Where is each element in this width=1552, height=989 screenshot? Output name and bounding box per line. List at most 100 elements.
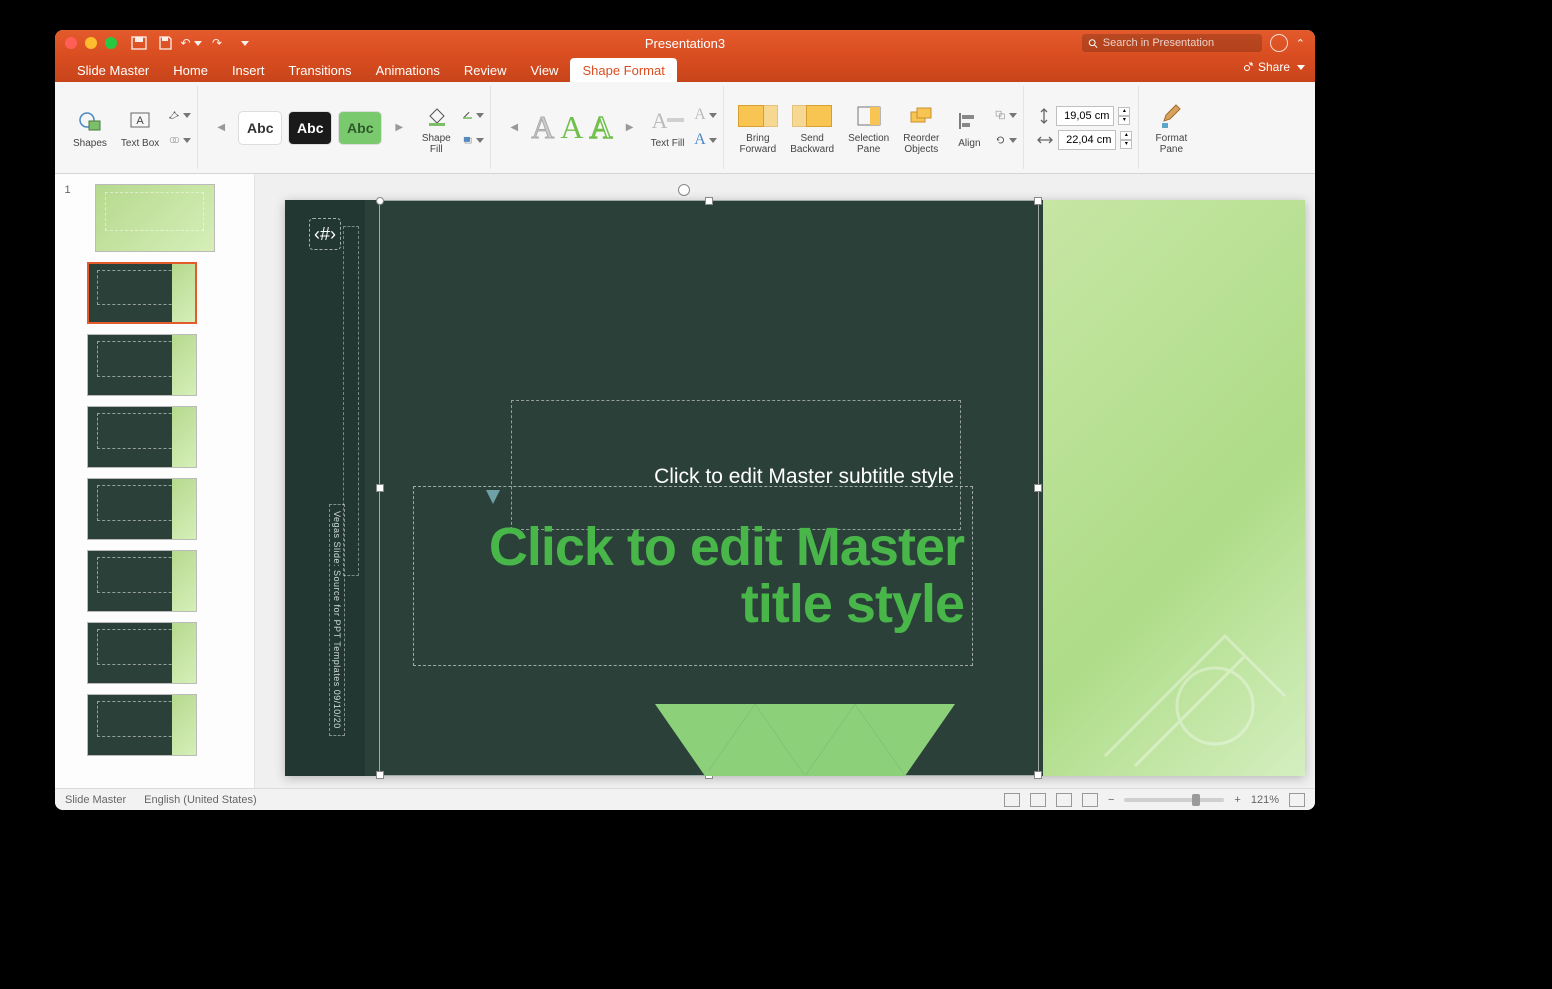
- rotate-button[interactable]: [995, 129, 1017, 151]
- layout-thumbnail-6[interactable]: [87, 622, 197, 684]
- tab-animations[interactable]: Animations: [364, 58, 452, 82]
- resize-handle[interactable]: [1034, 771, 1042, 779]
- slide[interactable]: ‹#› Vegas Slide: Source for PPT Template…: [285, 200, 1305, 776]
- zoom-in-button[interactable]: +: [1234, 794, 1240, 806]
- layout-thumbnail-5[interactable]: [87, 550, 197, 612]
- titlebar: ↶ ↷ Presentation3 ⌃: [55, 30, 1315, 56]
- wordart-style-2[interactable]: A: [560, 109, 583, 146]
- normal-view-icon[interactable]: [1004, 793, 1020, 807]
- minimize-icon[interactable]: [85, 37, 97, 49]
- group-shape-styles: ◀ Abc Abc Abc ▶ Shape Fill: [204, 86, 491, 169]
- text-effects-button[interactable]: A: [695, 129, 717, 151]
- tab-review[interactable]: Review: [452, 58, 519, 82]
- tab-slide-master[interactable]: Slide Master: [65, 58, 161, 82]
- tab-view[interactable]: View: [519, 58, 571, 82]
- brush-icon: [1155, 100, 1187, 132]
- height-stepper[interactable]: ▴▾: [1118, 107, 1130, 125]
- merge-shapes-button[interactable]: [169, 129, 191, 151]
- shape-outline-button[interactable]: [462, 104, 484, 126]
- search-input[interactable]: [1103, 37, 1256, 49]
- tab-shape-format[interactable]: Shape Format: [570, 58, 676, 82]
- height-input[interactable]: [1056, 106, 1114, 126]
- ribbon-tabs: Slide Master Home Insert Transitions Ani…: [55, 56, 1315, 82]
- save-icon[interactable]: [157, 35, 173, 51]
- selection-pane-button[interactable]: Selection Pane: [844, 96, 893, 159]
- resize-handle[interactable]: [376, 197, 384, 205]
- text-fill-button[interactable]: A Text Fill: [647, 101, 689, 154]
- sorter-view-icon[interactable]: [1030, 793, 1046, 807]
- qat-more-icon[interactable]: [235, 35, 251, 51]
- status-language[interactable]: English (United States): [144, 794, 257, 806]
- shape-effects-button[interactable]: [462, 129, 484, 151]
- undo-icon[interactable]: ↶: [183, 35, 199, 51]
- status-view[interactable]: Slide Master: [65, 794, 126, 806]
- edit-shape-button[interactable]: [169, 104, 191, 126]
- zoom-level[interactable]: 121%: [1251, 794, 1279, 806]
- send-backward-button[interactable]: Send Backward: [786, 96, 838, 159]
- fit-to-window-icon[interactable]: [1289, 793, 1305, 807]
- bring-forward-button[interactable]: Bring Forward: [736, 96, 781, 159]
- redo-icon[interactable]: ↷: [209, 35, 225, 51]
- svg-text:A: A: [136, 115, 144, 127]
- fullscreen-icon[interactable]: [105, 37, 117, 49]
- group-button[interactable]: [995, 104, 1017, 126]
- wordart-next-icon[interactable]: ▶: [619, 117, 641, 139]
- textbox-icon: A: [124, 105, 156, 137]
- resize-handle[interactable]: [1034, 197, 1042, 205]
- reading-view-icon[interactable]: [1056, 793, 1072, 807]
- shape-fill-button[interactable]: Shape Fill: [416, 96, 456, 159]
- reorder-objects-button[interactable]: Reorder Objects: [899, 96, 943, 159]
- slideshow-view-icon[interactable]: [1082, 793, 1098, 807]
- zoom-slider[interactable]: [1124, 798, 1224, 802]
- wordart-prev-icon[interactable]: ◀: [503, 117, 525, 139]
- textbox-button[interactable]: A Text Box: [117, 101, 163, 154]
- close-icon[interactable]: [65, 37, 77, 49]
- bring-forward-icon: [742, 100, 774, 132]
- resize-handle[interactable]: [1034, 484, 1042, 492]
- zoom-out-button[interactable]: −: [1108, 794, 1114, 806]
- resize-handle[interactable]: [376, 484, 384, 492]
- slide-canvas[interactable]: ‹#› Vegas Slide: Source for PPT Template…: [255, 174, 1315, 788]
- quick-access-toolbar: ↶ ↷: [131, 35, 251, 51]
- tab-home[interactable]: Home: [161, 58, 220, 82]
- width-input[interactable]: [1058, 130, 1116, 150]
- shape-style-2[interactable]: Abc: [288, 111, 332, 145]
- search-box[interactable]: [1082, 34, 1262, 52]
- ribbon-toggle-icon[interactable]: ⌃: [1296, 37, 1305, 50]
- autosave-icon[interactable]: [131, 35, 147, 51]
- search-icon: [1088, 38, 1098, 49]
- group-insert-shapes: Shapes A Text Box: [63, 86, 198, 169]
- tab-insert[interactable]: Insert: [220, 58, 277, 82]
- ribbon: Shapes A Text Box ◀ Abc Abc Abc ▶: [55, 82, 1315, 174]
- shape-style-1[interactable]: Abc: [238, 111, 282, 145]
- footer-placeholder[interactable]: Vegas Slide: Source for PPT Templates 09…: [329, 504, 345, 736]
- rotate-handle-icon[interactable]: [678, 184, 690, 196]
- feedback-icon[interactable]: [1270, 34, 1288, 52]
- resize-handle[interactable]: [376, 771, 384, 779]
- share-button[interactable]: Share: [1242, 60, 1305, 74]
- title-placeholder[interactable]: Click to edit Master title style: [413, 486, 973, 666]
- layout-thumbnail-1[interactable]: [87, 262, 197, 324]
- master-thumbnail[interactable]: 1: [95, 184, 215, 252]
- style-next-icon[interactable]: ▶: [388, 117, 410, 139]
- align-button[interactable]: Align: [949, 101, 989, 154]
- thumbnail-panel[interactable]: 1: [55, 174, 255, 788]
- wordart-style-3[interactable]: A: [590, 109, 613, 146]
- slide-number-placeholder[interactable]: ‹#›: [309, 218, 341, 250]
- width-icon: [1036, 132, 1054, 148]
- status-bar: Slide Master English (United States) − +…: [55, 788, 1315, 810]
- layout-thumbnail-7[interactable]: [87, 694, 197, 756]
- shape-style-3[interactable]: Abc: [338, 111, 382, 145]
- layout-thumbnail-4[interactable]: [87, 478, 197, 540]
- width-stepper[interactable]: ▴▾: [1120, 131, 1132, 149]
- text-outline-button[interactable]: A: [695, 104, 717, 126]
- layout-thumbnail-3[interactable]: [87, 406, 197, 468]
- tab-transitions[interactable]: Transitions: [276, 58, 363, 82]
- vertical-divider-box[interactable]: [343, 226, 359, 576]
- shapes-button[interactable]: Shapes: [69, 101, 111, 154]
- layout-thumbnail-2[interactable]: [87, 334, 197, 396]
- resize-handle[interactable]: [705, 197, 713, 205]
- format-pane-button[interactable]: Format Pane: [1151, 96, 1191, 159]
- style-prev-icon[interactable]: ◀: [210, 117, 232, 139]
- wordart-style-1[interactable]: A: [531, 109, 554, 146]
